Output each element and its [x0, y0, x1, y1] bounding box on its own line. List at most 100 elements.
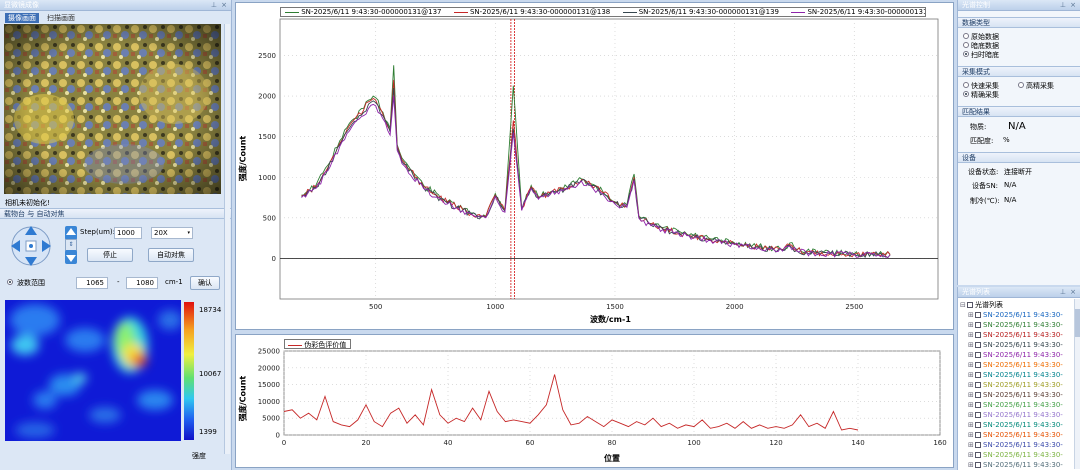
z-up-button[interactable] — [65, 226, 77, 240]
spectrum-list-item[interactable]: ⊞ SN-2025/6/11 9:43:30- — [968, 350, 1063, 360]
y-tick-label: 2500 — [258, 52, 276, 60]
spectrum-list-item[interactable]: ⊞ SN-2025/6/11 9:43:30- — [968, 380, 1063, 390]
camera-status: 相机未初始化! — [5, 199, 50, 207]
expand-icon[interactable]: ⊞ — [968, 430, 975, 440]
pin-icon[interactable]: ⊥ — [1060, 287, 1066, 298]
checkbox[interactable] — [975, 422, 981, 428]
tab-scan[interactable]: 扫描画面 — [44, 13, 78, 23]
spectrum-list-item[interactable]: ⊞ SN-2025/6/11 9:43:30- — [968, 410, 1063, 420]
data-type-radio-raw[interactable] — [963, 33, 969, 39]
checkbox[interactable] — [975, 372, 981, 378]
wave-to-input[interactable]: 1080 — [126, 277, 158, 289]
spectrum-list-item[interactable]: ⊞ SN-2025/6/11 9:43:30- — [968, 450, 1063, 460]
checkbox[interactable] — [975, 412, 981, 418]
pin-icon[interactable]: ⊥ — [211, 0, 217, 11]
checkbox[interactable] — [975, 312, 981, 318]
checkbox[interactable] — [967, 302, 973, 308]
spectrum-chart[interactable]: 500 1000 1500 2000 2500 2500 2000 1500 1000 500 0 — [236, 3, 953, 329]
acq-radio-fast[interactable] — [963, 82, 969, 88]
autofocus-button[interactable]: 自动对焦 — [148, 248, 194, 262]
spectrum-list-item-label: SN-2025/6/11 9:43:30- — [983, 351, 1063, 359]
left-panel: 显微镜成像 ⊥ × 摄像画面 扫描画面 相机未初始化! 载物台 与 自动对焦 ⇕… — [0, 0, 232, 470]
data-type-radio-dark[interactable] — [963, 42, 969, 48]
checkbox[interactable] — [975, 382, 981, 388]
spectrum-list-item[interactable]: ⊞ SN-2025/6/11 9:43:30- — [968, 310, 1063, 320]
expand-icon[interactable]: ⊞ — [968, 380, 975, 390]
x-tick-label: 120 — [769, 439, 782, 447]
expand-icon[interactable]: ⊞ — [968, 360, 975, 370]
spectrum-list-item[interactable]: ⊞ SN-2025/6/11 9:43:30- — [968, 340, 1063, 350]
spectrum-list-item[interactable]: ⊞ SN-2025/6/11 9:43:30- — [968, 400, 1063, 410]
spectrum-list-item[interactable]: ⊞ SN-2025/6/11 9:43:30- — [968, 320, 1063, 330]
z-down-button[interactable] — [65, 250, 77, 264]
spectrum-list-item[interactable]: ⊞ SN-2025/6/11 9:43:30- — [968, 370, 1063, 380]
checkbox[interactable] — [975, 442, 981, 448]
x-tick-label: 0 — [282, 439, 286, 447]
spectrum-list-item[interactable]: ⊞ SN-2025/6/11 9:43:30- — [968, 440, 1063, 450]
spectrum-list-item[interactable]: ⊞ SN-2025/6/11 9:43:30- — [968, 390, 1063, 400]
expand-icon[interactable]: ⊞ — [968, 440, 975, 450]
checkbox[interactable] — [975, 462, 981, 468]
objective-select[interactable]: 20X ▾ — [151, 227, 193, 239]
spectrum-list-item[interactable]: ⊞ SN-2025/6/11 9:43:30- — [968, 460, 1063, 470]
step-input[interactable]: 1000 — [114, 227, 142, 239]
checkbox[interactable] — [975, 432, 981, 438]
spectrum-list-item[interactable]: ⊞ SN-2025/6/11 9:43:30- — [968, 360, 1063, 370]
wave-unit: cm-1 — [165, 278, 183, 286]
y-tick-label: 1000 — [258, 174, 276, 182]
x-tick-label: 140 — [851, 439, 864, 447]
checkbox[interactable] — [975, 362, 981, 368]
expand-icon[interactable]: ⊞ — [968, 310, 975, 320]
acq-radio-precise[interactable] — [963, 91, 969, 97]
checkbox[interactable] — [975, 342, 981, 348]
collapse-icon[interactable]: ⊟ — [960, 300, 967, 310]
expand-icon[interactable]: ⊞ — [968, 370, 975, 380]
checkbox[interactable] — [975, 452, 981, 458]
expand-icon[interactable]: ⊞ — [968, 460, 975, 470]
y-tick-label: 20000 — [258, 364, 280, 372]
heatmap-colorbar — [184, 302, 194, 440]
expand-icon[interactable]: ⊞ — [968, 350, 975, 360]
close-icon[interactable]: × — [1070, 287, 1076, 298]
step-label: Step(um): — [80, 228, 116, 236]
stage-section-header: 载物台 与 自动对焦 — [0, 208, 231, 219]
tree-root[interactable]: ⊟ 光谱列表 — [960, 300, 1003, 310]
stop-button[interactable]: 停止 — [87, 248, 133, 262]
left-scrollbar[interactable] — [224, 24, 230, 454]
y-tick-label: 5000 — [262, 415, 280, 423]
expand-icon[interactable]: ⊞ — [968, 320, 975, 330]
eval-legend-item: 伪彩色评价值 — [304, 341, 347, 349]
list-scrollbar[interactable] — [1074, 299, 1080, 469]
acq-radio-hiprec[interactable] — [1018, 82, 1024, 88]
checkbox[interactable] — [975, 332, 981, 338]
spectrum-list-item-label: SN-2025/6/11 9:43:30- — [983, 311, 1063, 319]
expand-icon[interactable]: ⊞ — [968, 390, 975, 400]
close-icon[interactable]: × — [1070, 0, 1076, 11]
spectrum-list-item[interactable]: ⊞ SN-2025/6/11 9:43:30- — [968, 330, 1063, 340]
wave-from-input[interactable]: 1065 — [76, 277, 108, 289]
eval-chart-panel: 0 20 40 60 80 100 120 140 160 25000 20000 15000 1000… — [235, 334, 954, 468]
checkbox[interactable] — [975, 352, 981, 358]
tab-camera[interactable]: 摄像画面 — [5, 13, 39, 23]
spectrum-list-item[interactable]: ⊞ SN-2025/6/11 9:43:30- — [968, 420, 1063, 430]
expand-icon[interactable]: ⊞ — [968, 420, 975, 430]
pin-icon[interactable]: ⊥ — [1060, 0, 1066, 11]
eval-ylabel: 强度/Count — [238, 375, 248, 422]
stage-joystick[interactable] — [9, 224, 53, 268]
scroll-thumb[interactable] — [1075, 309, 1080, 337]
wave-range-radio[interactable] — [7, 279, 13, 285]
confirm-button[interactable]: 确认 — [190, 276, 220, 290]
data-type-radio-scan-dark[interactable] — [963, 51, 969, 57]
expand-icon[interactable]: ⊞ — [968, 330, 975, 340]
expand-icon[interactable]: ⊞ — [968, 340, 975, 350]
checkbox[interactable] — [975, 402, 981, 408]
close-icon[interactable]: × — [221, 0, 227, 11]
match-header: 匹配结果 — [958, 106, 1080, 117]
eval-chart[interactable]: 0 20 40 60 80 100 120 140 160 25000 20000 15000 1000… — [236, 335, 953, 467]
checkbox[interactable] — [975, 322, 981, 328]
expand-icon[interactable]: ⊞ — [968, 410, 975, 420]
expand-icon[interactable]: ⊞ — [968, 400, 975, 410]
expand-icon[interactable]: ⊞ — [968, 450, 975, 460]
spectrum-list-item[interactable]: ⊞ SN-2025/6/11 9:43:30- — [968, 430, 1063, 440]
checkbox[interactable] — [975, 392, 981, 398]
